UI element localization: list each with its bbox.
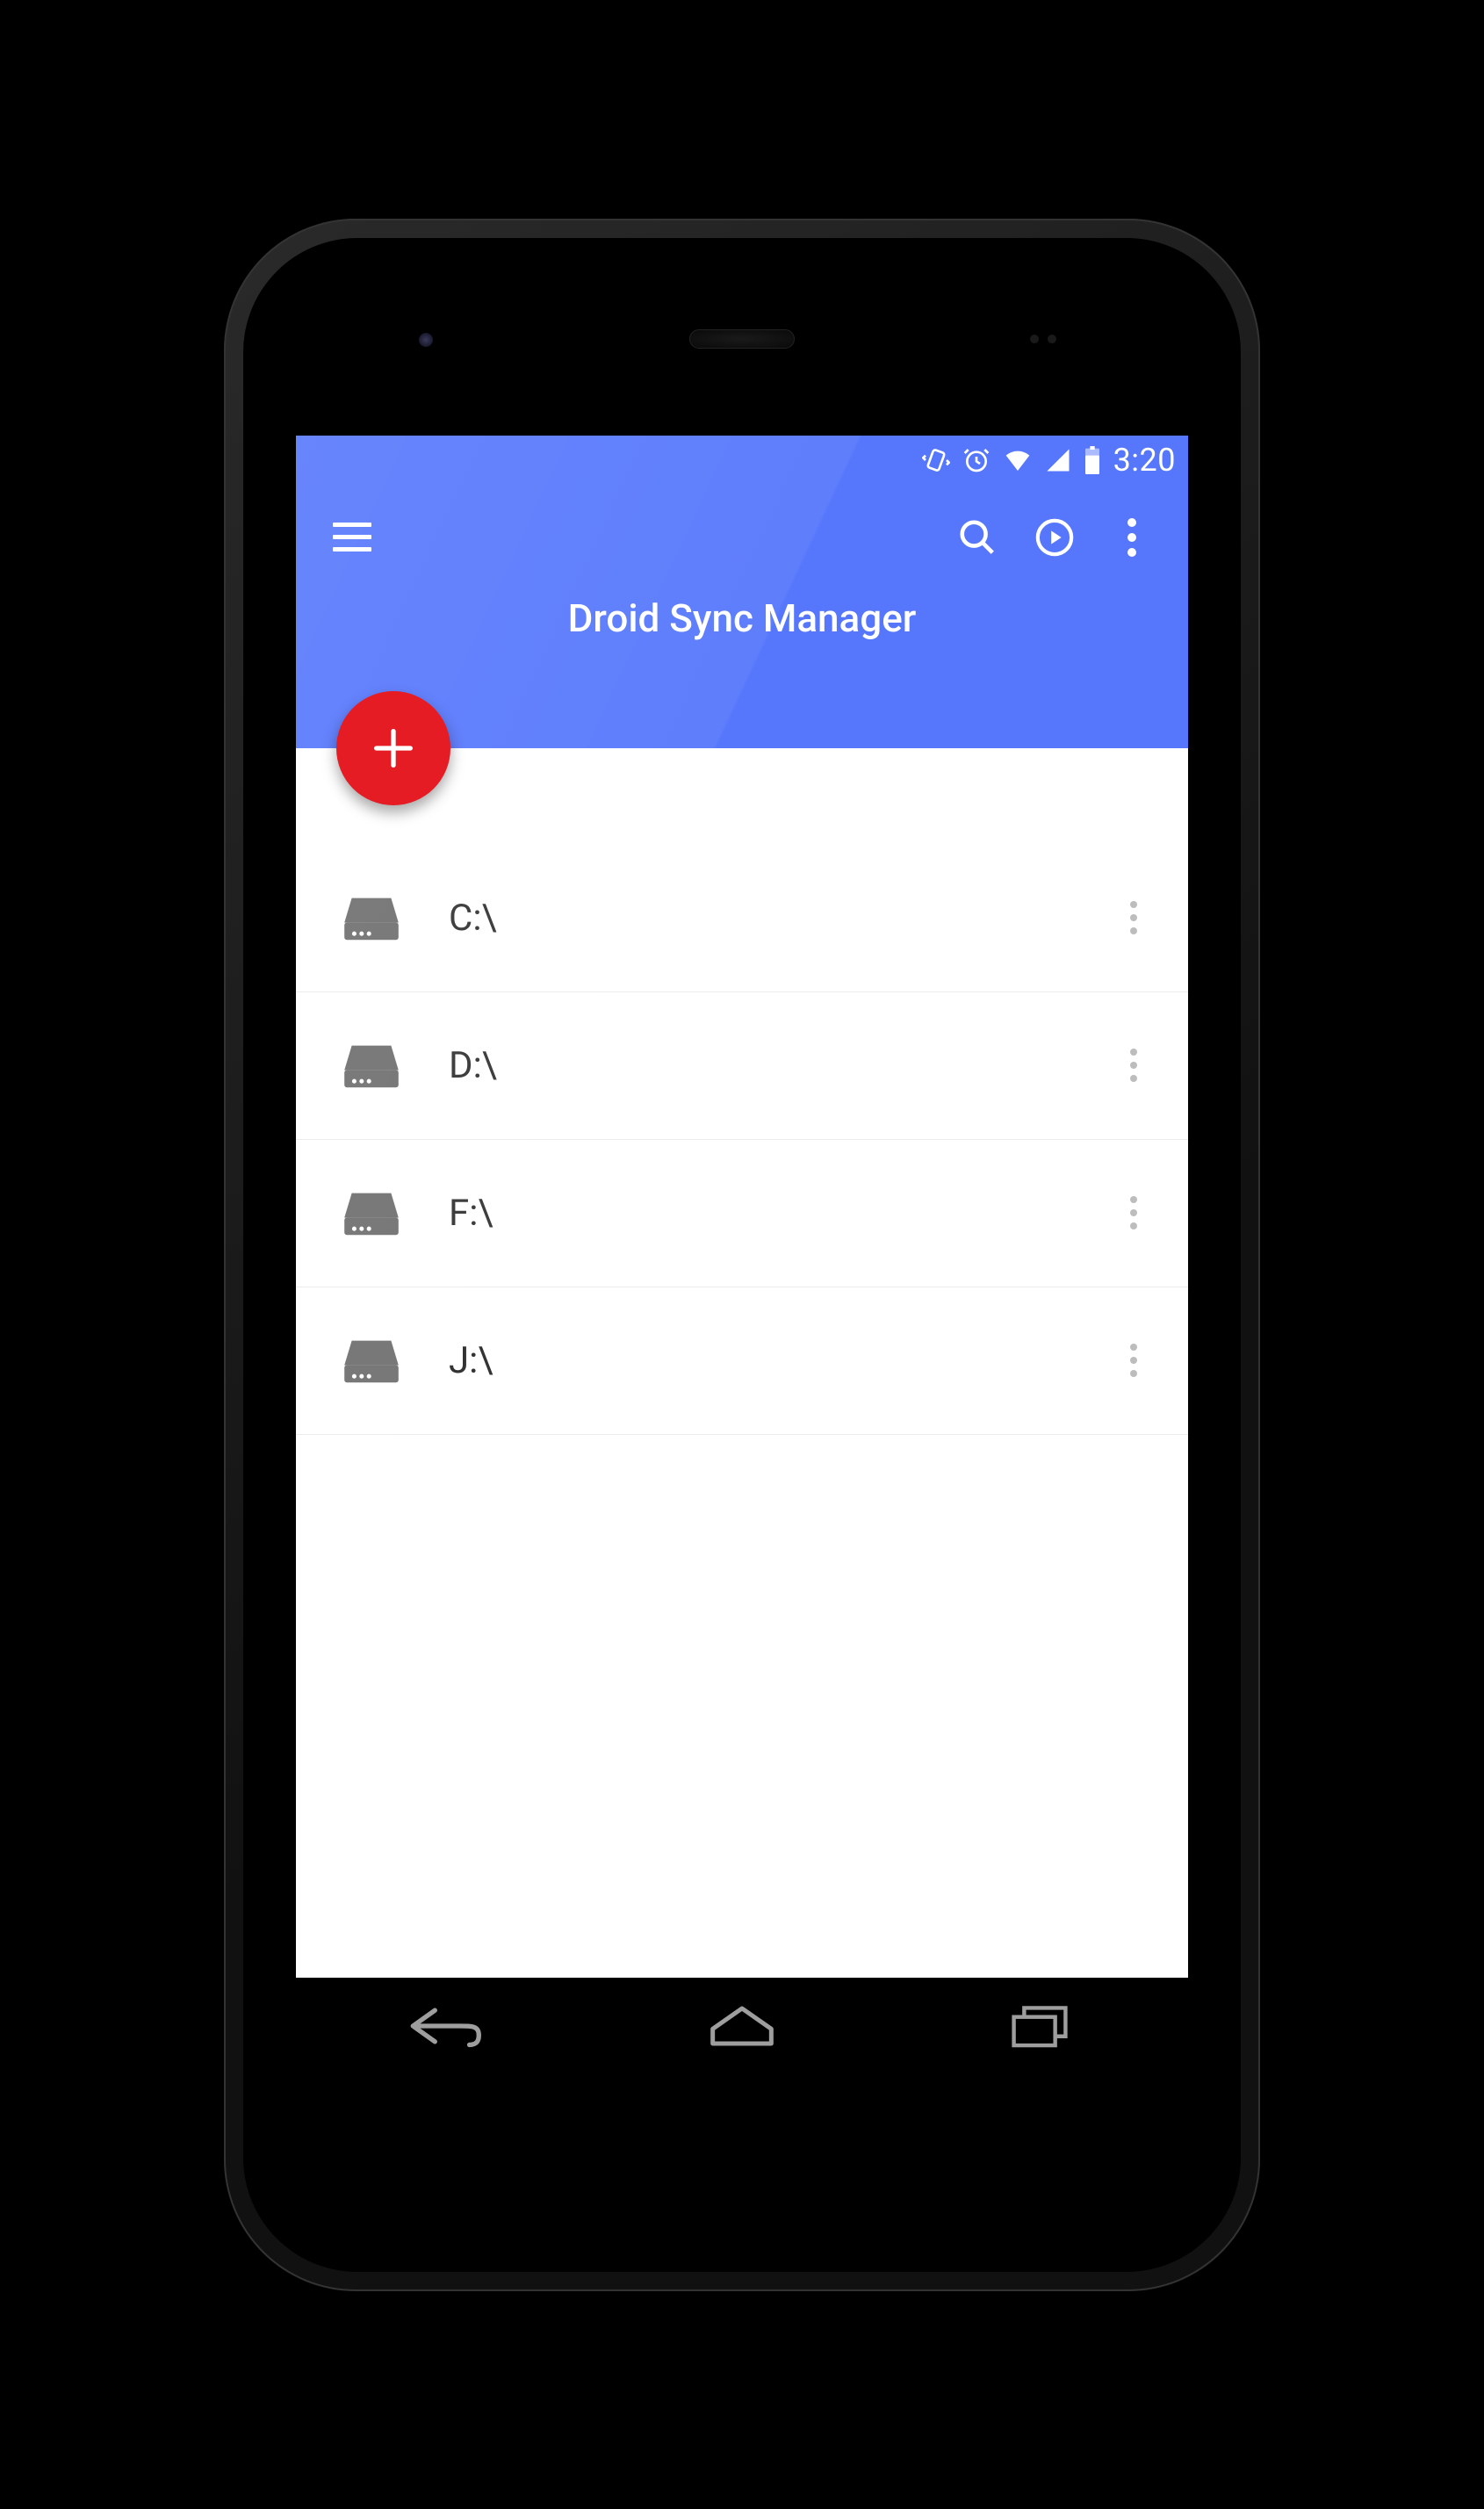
- drive-label: C:\: [449, 897, 1113, 940]
- drive-list: C:\ D:\: [296, 748, 1188, 1435]
- home-button[interactable]: [689, 1995, 795, 2057]
- battery-icon: [1084, 446, 1101, 474]
- drive-label: D:\: [449, 1044, 1113, 1087]
- drive-icon: [335, 1336, 408, 1385]
- recents-button[interactable]: [987, 1995, 1092, 2057]
- back-button[interactable]: [392, 1995, 497, 2057]
- drive-label: J:\: [449, 1339, 1113, 1382]
- drive-icon: [335, 1041, 408, 1090]
- status-bar: 3:20: [296, 436, 1188, 485]
- earpiece: [689, 329, 795, 349]
- list-item[interactable]: J:\: [296, 1287, 1188, 1435]
- system-nav-bar: [296, 1978, 1188, 2074]
- search-icon[interactable]: [939, 499, 1016, 576]
- list-item[interactable]: C:\: [296, 845, 1188, 992]
- item-overflow-icon[interactable]: [1113, 1339, 1155, 1381]
- device-bezel: 3:20: [243, 238, 1241, 2272]
- item-overflow-icon[interactable]: [1113, 897, 1155, 939]
- overflow-icon[interactable]: [1093, 499, 1171, 576]
- add-button[interactable]: [336, 691, 450, 805]
- sensors: [1030, 335, 1065, 345]
- hamburger-icon[interactable]: [313, 499, 391, 576]
- item-overflow-icon[interactable]: [1113, 1192, 1155, 1234]
- list-item[interactable]: F:\: [296, 1140, 1188, 1287]
- drive-icon: [335, 1188, 408, 1237]
- app-title: Droid Sync Manager: [296, 590, 1188, 641]
- wifi-icon: [1003, 446, 1033, 474]
- cell-signal-icon: [1045, 447, 1071, 473]
- drive-icon: [335, 893, 408, 942]
- front-camera: [419, 333, 433, 347]
- drive-label: F:\: [449, 1192, 1113, 1235]
- content-area: C:\ D:\: [296, 748, 1188, 1978]
- list-item[interactable]: D:\: [296, 992, 1188, 1140]
- device-frame: 3:20: [224, 219, 1260, 2291]
- play-circle-icon[interactable]: [1016, 499, 1093, 576]
- vibrate-icon: [922, 446, 950, 474]
- screen: 3:20: [296, 436, 1188, 2074]
- item-overflow-icon[interactable]: [1113, 1044, 1155, 1086]
- status-time: 3:20: [1113, 442, 1176, 479]
- alarm-icon: [962, 446, 991, 474]
